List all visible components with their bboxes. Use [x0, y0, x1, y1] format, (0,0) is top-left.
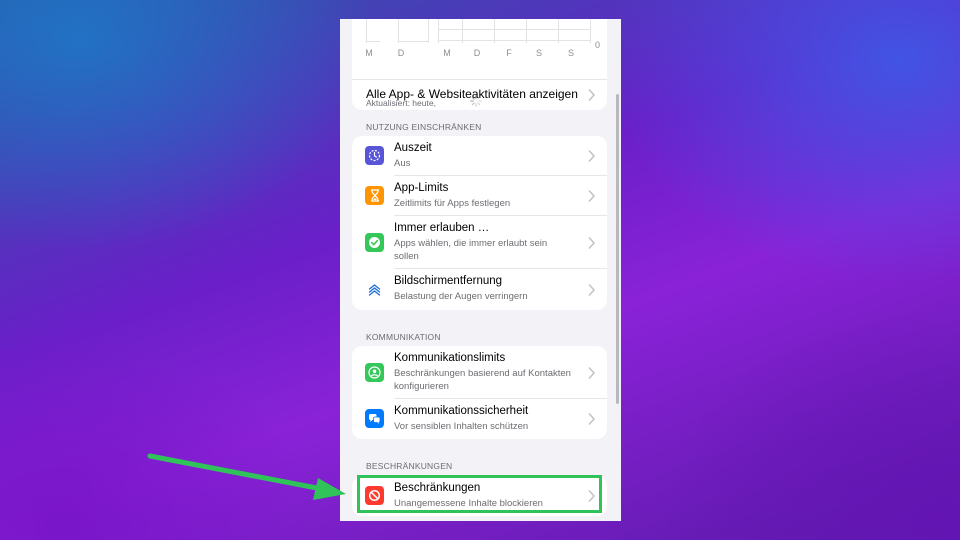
chat-bubbles-icon	[365, 409, 384, 428]
communication-limits-row[interactable]: Kommunikationslimits Beschränkungen basi…	[352, 346, 607, 399]
chart-zero-label: 0	[595, 40, 601, 50]
contact-icon	[365, 363, 384, 382]
chevron-right-icon	[588, 283, 596, 297]
communication-safety-title: Kommunikationssicherheit	[394, 405, 529, 417]
chart-day-label: M	[443, 48, 451, 58]
chart-day-label: D	[473, 48, 481, 58]
always-allowed-subtitle: Apps wählen, die immer erlaubt sein soll…	[394, 238, 548, 262]
communication-safety-subtitle: Vor sensiblen Inhalten schützen	[394, 421, 529, 432]
loading-spinner-icon	[470, 95, 482, 107]
screen-distance-icon	[365, 280, 384, 299]
chart-gridline	[462, 19, 463, 43]
chart-gridline	[526, 19, 527, 43]
chevron-right-icon	[588, 189, 596, 203]
screen-distance-row[interactable]: Bildschirmentfernung Belastung der Augen…	[352, 269, 607, 310]
chart-gridline	[438, 29, 590, 30]
section-header-limit-usage: NUTZUNG EINSCHRÄNKEN	[366, 122, 482, 132]
screen-distance-subtitle: Belastung der Augen verringern	[394, 291, 528, 302]
chart-baseline	[438, 40, 590, 41]
downtime-title: Auszeit	[394, 142, 432, 154]
chart-baseline	[398, 41, 428, 42]
limit-usage-card: Auszeit Aus App-Limits Zeitlimits für Ap…	[352, 136, 607, 310]
communication-limits-title: Kommunikationslimits	[394, 352, 506, 364]
downtime-subtitle: Aus	[394, 158, 411, 169]
communication-limits-subtitle: Beschränkungen basierend auf Kontakten k…	[394, 368, 571, 392]
downtime-row[interactable]: Auszeit Aus	[352, 136, 607, 176]
downtime-icon	[365, 146, 384, 165]
chart-gridline	[590, 19, 591, 43]
app-limits-subtitle: Zeitlimits für Apps festlegen	[394, 198, 511, 209]
always-allowed-row[interactable]: Immer erlauben … Apps wählen, die immer …	[352, 216, 607, 269]
chart-day-label: S	[567, 48, 574, 58]
chart-day-label: D	[397, 48, 405, 58]
communication-safety-row[interactable]: Kommunikationssicherheit Vor sensiblen I…	[352, 399, 607, 439]
chevron-right-icon	[588, 88, 596, 102]
scrollbar[interactable]	[616, 94, 619, 404]
chevron-right-icon	[588, 412, 596, 426]
updated-timestamp: Aktualisiert: heute,	[366, 98, 436, 108]
chart-gridline	[428, 19, 429, 43]
app-limits-row[interactable]: App-Limits Zeitlimits für Apps festlegen	[352, 176, 607, 216]
communication-card: Kommunikationslimits Beschränkungen basi…	[352, 346, 607, 439]
chart-baseline	[366, 41, 380, 42]
chart-gridline	[438, 19, 439, 43]
section-header-restrictions: BESCHRÄNKUNGEN	[366, 461, 453, 471]
chart-day-label: S	[535, 48, 542, 58]
screen-distance-title: Bildschirmentfernung	[394, 275, 503, 287]
usage-chart: M D M D F S S	[365, 19, 591, 58]
hourglass-icon	[365, 186, 384, 205]
section-header-communication: KOMMUNIKATION	[366, 332, 441, 342]
chart-gridline	[494, 19, 495, 43]
chart-day-label: M	[365, 48, 373, 58]
chart-gridline	[558, 19, 559, 43]
app-limits-title: App-Limits	[394, 182, 449, 194]
chevron-right-icon	[588, 236, 596, 250]
screen-time-settings-screen: M D M D F S S 0 Alle App- & Websiteaktiv…	[340, 19, 621, 521]
chart-gridline	[366, 19, 367, 43]
chart-day-label: F	[506, 48, 512, 58]
highlight-box	[357, 475, 602, 513]
chevron-right-icon	[588, 149, 596, 163]
checkmark-badge-icon	[365, 233, 384, 252]
chevron-right-icon	[588, 366, 596, 380]
chart-gridline	[398, 19, 399, 43]
always-allowed-title: Immer erlauben …	[394, 222, 490, 234]
